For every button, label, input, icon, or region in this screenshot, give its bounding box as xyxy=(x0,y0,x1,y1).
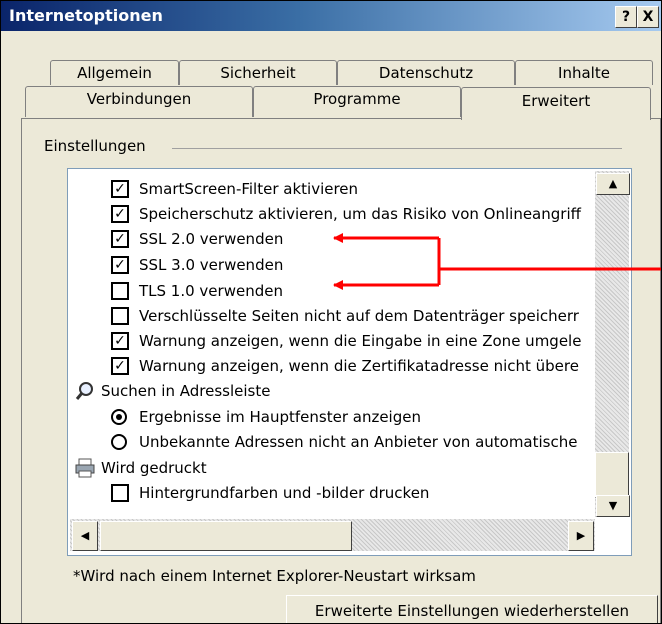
setting-checkbox-row[interactable]: ✓ Speicherschutz aktivieren, um das Risik… xyxy=(68,202,593,226)
internet-options-dialog: Internetoptionen ? X Allgemein Sicherhei… xyxy=(0,0,662,624)
setting-label: SmartScreen-Filter aktivieren xyxy=(139,180,359,198)
checkbox[interactable]: ✓ xyxy=(111,230,129,248)
setting-group-header: Wird gedruckt xyxy=(68,456,593,480)
radio-button[interactable] xyxy=(111,434,127,450)
setting-label: Unbekannte Adressen nicht an Anbieter vo… xyxy=(139,433,578,451)
tab-sicherheit[interactable]: Sicherheit xyxy=(179,60,337,85)
tab-verbindungen[interactable]: Verbindungen xyxy=(25,86,253,117)
checkbox[interactable]: ✓ xyxy=(111,357,129,375)
checkbox[interactable]: ✓ xyxy=(111,332,129,350)
scroll-right-button[interactable]: ▶ xyxy=(568,521,594,551)
tab-erweitert[interactable]: Erweitert xyxy=(461,87,651,120)
setting-label: TLS 1.0 verwenden xyxy=(139,282,283,300)
scroll-down-button[interactable]: ▼ xyxy=(596,495,630,517)
setting-label: Wird gedruckt xyxy=(101,459,207,477)
setting-checkbox-row[interactable]: TLS 1.0 verwenden xyxy=(68,279,593,303)
setting-checkbox-row[interactable]: ✓ SmartScreen-Filter aktivieren xyxy=(68,177,593,201)
setting-checkbox-row[interactable]: Verschlüsselte Seiten nicht auf dem Date… xyxy=(68,304,593,328)
setting-label: Warnung anzeigen, wenn die Eingabe in ei… xyxy=(139,332,582,350)
checkbox[interactable] xyxy=(111,484,129,502)
setting-radio-row[interactable]: Unbekannte Adressen nicht an Anbieter vo… xyxy=(68,430,593,454)
title-bar[interactable]: Internetoptionen ? X xyxy=(1,1,661,31)
checkbox[interactable]: ✓ xyxy=(111,180,129,198)
radio-button[interactable] xyxy=(111,409,127,425)
checkbox[interactable]: ✓ xyxy=(111,256,129,274)
checkbox[interactable]: ✓ xyxy=(111,205,129,223)
setting-label: Speicherschutz aktivieren, um das Risiko… xyxy=(139,205,581,223)
magnifier-icon xyxy=(75,382,93,400)
tab-inhalte[interactable]: Inhalte xyxy=(515,60,653,85)
setting-label: Suchen in Adressleiste xyxy=(101,382,271,400)
setting-checkbox-row[interactable]: ✓ SSL 3.0 verwenden xyxy=(68,253,593,277)
scroll-left-button[interactable]: ◀ xyxy=(72,521,98,551)
vertical-scroll-thumb[interactable] xyxy=(595,452,629,498)
close-button[interactable]: X xyxy=(637,6,659,28)
window-title: Internetoptionen xyxy=(9,6,163,25)
restore-advanced-settings-button[interactable]: Erweiterte Einstellungen wiederherstelle… xyxy=(286,595,658,623)
setting-checkbox-row[interactable]: ✓ SSL 2.0 verwenden xyxy=(68,227,593,251)
settings-list[interactable]: ✓ SmartScreen-Filter aktivieren ✓ Speichers… xyxy=(67,168,632,556)
scroll-up-button[interactable]: ▲ xyxy=(596,173,630,195)
horizontal-scroll-thumb[interactable] xyxy=(100,521,352,551)
tab-programme[interactable]: Programme xyxy=(253,86,461,117)
setting-checkbox-row[interactable]: ✓ Warnung anzeigen, wenn die Eingabe in e… xyxy=(68,329,593,353)
setting-label: SSL 3.0 verwenden xyxy=(139,256,284,274)
advanced-settings-panel: Einstellungen ✓ SmartScreen-Filter aktivi… xyxy=(21,118,661,623)
checkbox[interactable] xyxy=(111,282,129,300)
setting-label: Verschlüsselte Seiten nicht auf dem Date… xyxy=(139,307,579,325)
section-divider xyxy=(172,148,622,149)
printer-icon xyxy=(75,458,95,478)
restart-note: *Wird nach einem Internet Explorer-Neust… xyxy=(73,567,476,585)
setting-label: Hintergrundfarben und -bilder drucken xyxy=(139,484,430,502)
checkbox[interactable] xyxy=(111,307,129,325)
setting-checkbox-row[interactable]: ✓ Warnung anzeigen, wenn die Zertifikatad… xyxy=(68,354,593,378)
setting-group-header: Suchen in Adressleiste xyxy=(68,379,593,403)
section-label: Einstellungen xyxy=(44,137,152,155)
help-button[interactable]: ? xyxy=(615,6,637,28)
setting-checkbox-row[interactable]: Hintergrundfarben und -bilder drucken xyxy=(68,481,593,505)
tab-allgemein[interactable]: Allgemein xyxy=(50,60,179,85)
setting-label: SSL 2.0 verwenden xyxy=(139,230,284,248)
setting-label: Warnung anzeigen, wenn die Zertifikatadr… xyxy=(139,357,579,375)
setting-label: Ergebnisse im Hauptfenster anzeigen xyxy=(139,408,421,426)
tab-datenschutz[interactable]: Datenschutz xyxy=(337,60,515,85)
setting-radio-row[interactable]: Ergebnisse im Hauptfenster anzeigen xyxy=(68,405,593,429)
